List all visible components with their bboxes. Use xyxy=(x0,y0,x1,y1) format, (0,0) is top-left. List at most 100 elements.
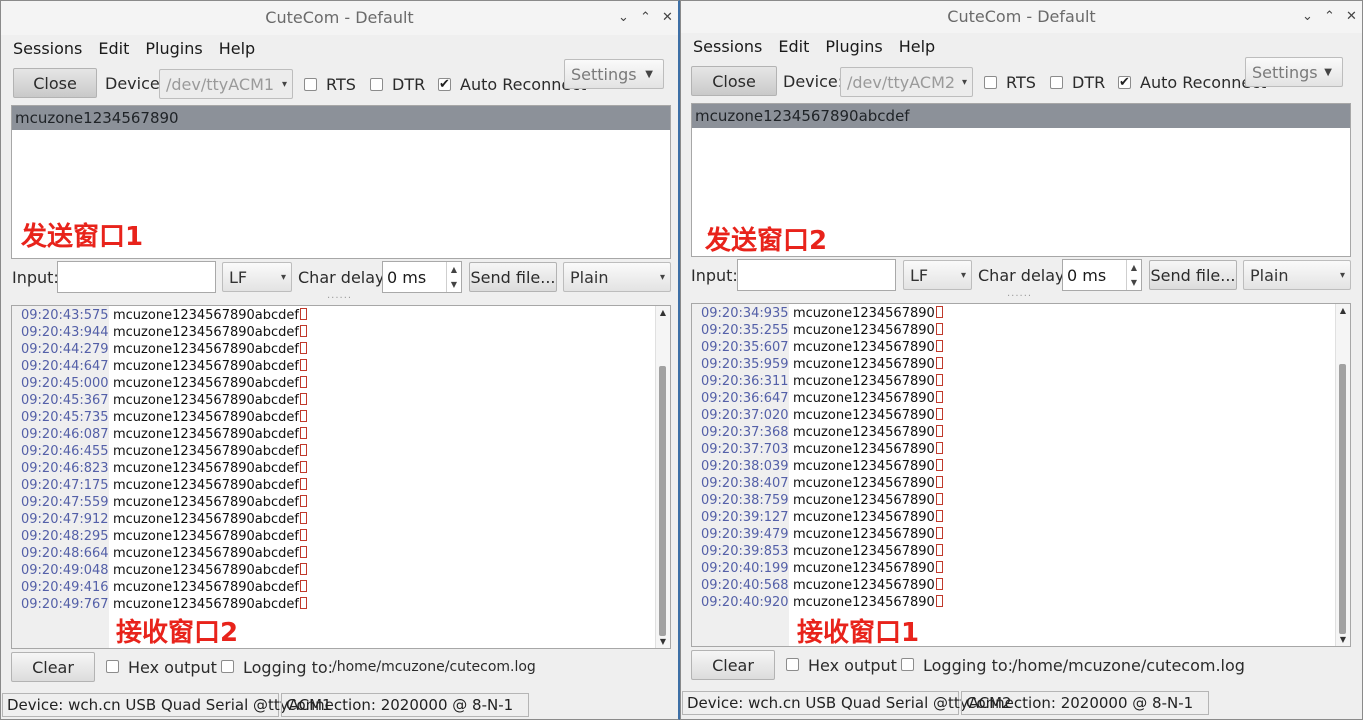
line-text-value: mcuzone1234567890abcdef xyxy=(113,393,299,408)
char-delay-spinbox[interactable]: 0 ms ▲ ▼ xyxy=(382,261,462,293)
close-icon[interactable]: ✕ xyxy=(1346,1,1357,33)
spin-down-icon[interactable]: ▼ xyxy=(1131,278,1137,287)
splitter-handle[interactable]: ...... xyxy=(1007,288,1032,299)
send-history-item[interactable]: mcuzone1234567890abcdef xyxy=(692,104,1350,128)
auto-reconnect-checkbox[interactable]: ✔ xyxy=(1118,76,1131,89)
menu-help[interactable]: Help xyxy=(891,37,943,56)
control-char-box xyxy=(935,442,943,454)
output-line: 09:20:47:175 mcuzone1234567890abcdef xyxy=(12,477,656,494)
control-char-box xyxy=(299,410,307,422)
device-select[interactable]: /dev/ttyACM2 ▾ xyxy=(840,67,973,97)
control-char-box xyxy=(299,376,307,388)
clear-button[interactable]: Clear xyxy=(11,652,95,682)
input-field[interactable] xyxy=(737,259,896,291)
rts-checkbox[interactable] xyxy=(304,78,317,91)
settings-button[interactable]: Settings ▼ xyxy=(1245,57,1343,87)
mode-value: Plain xyxy=(570,267,609,287)
control-char-box xyxy=(935,476,943,488)
hex-output-label: Hex output xyxy=(128,658,217,677)
line-timestamp: 09:20:43:944 xyxy=(21,325,109,340)
output-line: 09:20:47:912 mcuzone1234567890abcdef xyxy=(12,511,656,528)
output-line: 09:20:44:279 mcuzone1234567890abcdef xyxy=(12,341,656,358)
spin-down-icon[interactable]: ▼ xyxy=(451,280,457,289)
logging-checkbox[interactable] xyxy=(901,658,914,671)
output-scrollbar[interactable]: ▲ ▼ xyxy=(1335,304,1350,646)
settings-button[interactable]: Settings ▼ xyxy=(564,59,664,89)
settings-label: Settings xyxy=(571,64,637,84)
menu-sessions[interactable]: Sessions xyxy=(685,37,770,56)
control-char-box xyxy=(935,425,943,437)
input-field[interactable] xyxy=(57,261,216,293)
output-line: 09:20:38:407 mcuzone1234567890 xyxy=(692,475,1336,492)
send-file-button[interactable]: Send file... xyxy=(469,262,557,292)
maximize-icon[interactable]: ⌃ xyxy=(1324,1,1335,33)
menu-sessions[interactable]: Sessions xyxy=(5,39,90,58)
spin-up-icon[interactable]: ▲ xyxy=(451,265,457,274)
hex-output-checkbox[interactable] xyxy=(786,658,799,671)
scroll-up-icon[interactable]: ▲ xyxy=(656,308,670,317)
send-history-item[interactable]: mcuzone1234567890 xyxy=(12,106,670,130)
menu-edit[interactable]: Edit xyxy=(90,39,137,58)
line-text: mcuzone1234567890 xyxy=(789,543,943,560)
menu-plugins[interactable]: Plugins xyxy=(817,37,890,56)
dtr-checkbox[interactable] xyxy=(370,78,383,91)
output-panel: 09:20:43:575 mcuzone1234567890abcdef 09:20… xyxy=(11,305,671,649)
output-line: 09:20:45:000 mcuzone1234567890abcdef xyxy=(12,375,656,392)
control-char-box xyxy=(935,391,943,403)
control-char-box xyxy=(299,427,307,439)
close-button[interactable]: Close xyxy=(13,68,97,98)
line-text: mcuzone1234567890 xyxy=(789,492,943,509)
line-end-select[interactable]: LF ▾ xyxy=(903,260,972,290)
scroll-up-icon[interactable]: ▲ xyxy=(1336,306,1350,315)
control-char-box xyxy=(935,459,943,471)
line-text: mcuzone1234567890abcdef xyxy=(109,579,307,596)
char-delay-spinbox[interactable]: 0 ms ▲ ▼ xyxy=(1062,259,1142,291)
menu-plugins[interactable]: Plugins xyxy=(137,39,210,58)
logging-label: Logging to: xyxy=(243,658,334,677)
device-select[interactable]: /dev/ttyACM1 ▾ xyxy=(159,69,293,99)
scroll-thumb[interactable] xyxy=(659,366,666,636)
splitter-handle[interactable]: ...... xyxy=(327,290,352,301)
line-text-value: mcuzone1234567890abcdef xyxy=(113,444,299,459)
line-timestamp: 09:20:45:367 xyxy=(21,393,109,408)
close-button[interactable]: Close xyxy=(691,66,777,96)
line-end-select[interactable]: LF ▾ xyxy=(222,262,292,292)
line-timestamp: 09:20:39:127 xyxy=(701,510,789,525)
output-line: 09:20:49:416 mcuzone1234567890abcdef xyxy=(12,579,656,596)
control-char-box xyxy=(299,359,307,371)
minimize-icon[interactable]: ⌄ xyxy=(1302,1,1313,33)
line-text: mcuzone1234567890 xyxy=(789,373,943,390)
line-timestamp: 09:20:44:279 xyxy=(21,342,109,357)
line-text: mcuzone1234567890 xyxy=(789,441,943,458)
send-file-button[interactable]: Send file... xyxy=(1149,260,1237,290)
line-timestamp: 09:20:47:912 xyxy=(21,512,109,527)
rts-checkbox[interactable] xyxy=(984,76,997,89)
mode-select[interactable]: Plain ▾ xyxy=(1243,260,1351,290)
spin-up-icon[interactable]: ▲ xyxy=(1131,263,1137,272)
scroll-down-icon[interactable]: ▼ xyxy=(656,637,670,646)
output-line: 09:20:36:311 mcuzone1234567890 xyxy=(692,373,1336,390)
maximize-icon[interactable]: ⌃ xyxy=(640,1,651,35)
rts-label: RTS xyxy=(1006,73,1036,92)
logging-checkbox[interactable] xyxy=(221,660,234,673)
auto-reconnect-checkbox[interactable]: ✔ xyxy=(438,78,451,91)
chevron-down-icon: ▾ xyxy=(960,269,966,281)
line-text-value: mcuzone1234567890abcdef xyxy=(113,359,299,374)
status-connection: Connection: 2020000 @ 8-N-1 xyxy=(961,691,1209,715)
close-icon[interactable]: ✕ xyxy=(662,1,673,35)
menu-help[interactable]: Help xyxy=(211,39,263,58)
hex-output-checkbox[interactable] xyxy=(106,660,119,673)
dtr-label: DTR xyxy=(1072,73,1106,92)
output-line: 09:20:35:255 mcuzone1234567890 xyxy=(692,322,1336,339)
scroll-down-icon[interactable]: ▼ xyxy=(1336,635,1350,644)
dtr-checkbox[interactable] xyxy=(1050,76,1063,89)
menu-edit[interactable]: Edit xyxy=(770,37,817,56)
mode-select[interactable]: Plain ▾ xyxy=(563,262,671,292)
clear-button[interactable]: Clear xyxy=(691,650,775,680)
scroll-thumb[interactable] xyxy=(1339,364,1346,634)
line-text: mcuzone1234567890abcdef xyxy=(109,392,307,409)
output-scrollbar[interactable]: ▲ ▼ xyxy=(655,306,670,648)
line-text-value: mcuzone1234567890 xyxy=(793,561,935,576)
minimize-icon[interactable]: ⌄ xyxy=(618,1,629,35)
line-timestamp: 09:20:47:175 xyxy=(21,478,109,493)
